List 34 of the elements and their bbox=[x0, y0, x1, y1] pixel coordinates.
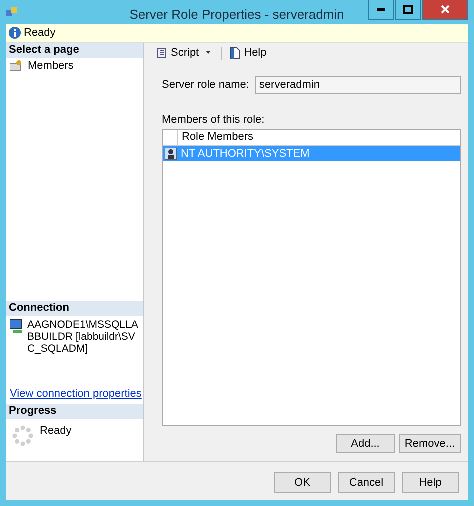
info-icon bbox=[9, 27, 21, 39]
window-title: Server Role Properties - serveradmin bbox=[130, 6, 344, 22]
section-header: Connection bbox=[6, 301, 143, 316]
spinner-icon bbox=[12, 425, 34, 447]
dialog-button[interactable]: Cancel bbox=[338, 472, 395, 493]
field-label: Server role name: bbox=[162, 79, 250, 91]
progress-text: Ready bbox=[40, 425, 72, 439]
dialog-button[interactable]: OK bbox=[274, 472, 331, 493]
close-icon bbox=[440, 5, 450, 14]
maximize-button[interactable] bbox=[395, 0, 421, 20]
section-header: Select a page bbox=[6, 43, 143, 58]
list-label: Members of this role: bbox=[162, 114, 266, 126]
role-name-field[interactable]: serveradmin bbox=[255, 76, 461, 94]
script-dropdown[interactable]: Script bbox=[154, 46, 216, 60]
members-icon bbox=[10, 60, 24, 72]
list-button[interactable]: Add... bbox=[336, 434, 395, 453]
maximize-icon bbox=[403, 5, 413, 14]
status-text: Ready bbox=[24, 27, 56, 39]
connection-text: AAGNODE1\MSSQLLABBUILDR [labbuildr\SVC_SQLADM] bbox=[27, 319, 139, 355]
user-icon bbox=[165, 148, 177, 160]
page-item[interactable]: Members bbox=[6, 58, 143, 74]
connection-link[interactable]: View connection properties bbox=[6, 358, 143, 404]
script-icon bbox=[156, 46, 169, 60]
minimize-icon bbox=[377, 8, 385, 11]
app-icon bbox=[6, 7, 18, 19]
help-button[interactable]: Help bbox=[227, 46, 269, 60]
dialog-button[interactable]: Help bbox=[402, 472, 459, 493]
minimize-button[interactable] bbox=[368, 0, 394, 20]
server-icon bbox=[10, 319, 24, 333]
close-button[interactable] bbox=[422, 0, 468, 20]
list-button[interactable]: Remove... bbox=[399, 434, 461, 453]
column-header[interactable]: Role Members bbox=[178, 130, 460, 145]
help-icon bbox=[229, 46, 242, 60]
section-header: Progress bbox=[6, 404, 143, 419]
